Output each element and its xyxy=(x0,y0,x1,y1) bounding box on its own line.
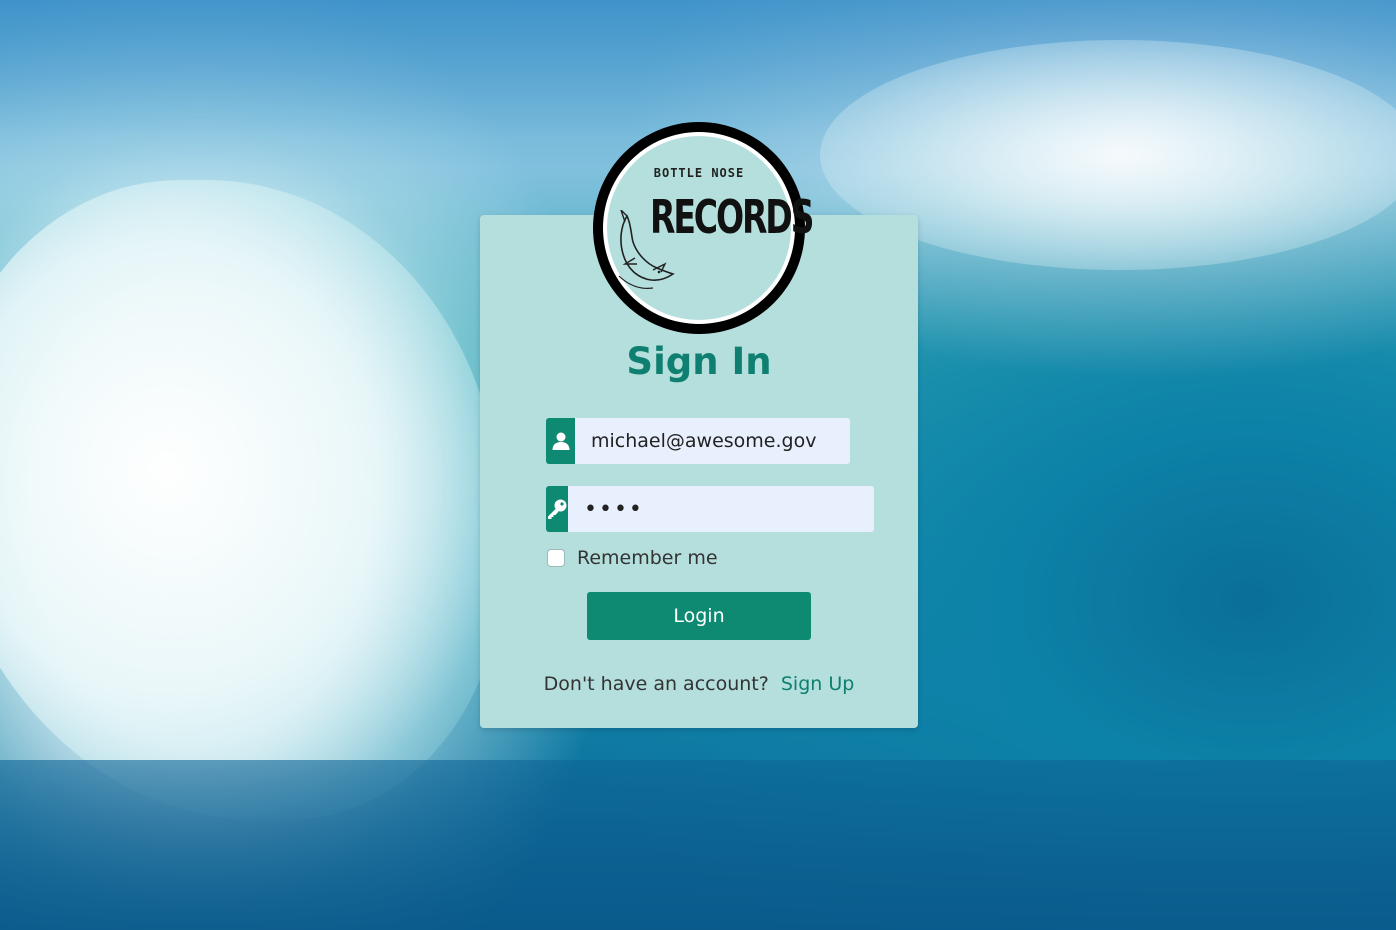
remember-me: Remember me xyxy=(547,546,718,570)
user-icon xyxy=(552,432,569,450)
user-icon-addon xyxy=(546,418,575,464)
remember-me-checkbox[interactable] xyxy=(547,549,565,567)
key-icon-addon xyxy=(546,486,568,532)
password-field[interactable] xyxy=(568,486,874,532)
email-input-group xyxy=(546,418,850,464)
background-wave-foam xyxy=(0,180,500,820)
email-field[interactable] xyxy=(575,418,850,464)
password-input-group xyxy=(546,486,874,532)
remember-me-label[interactable]: Remember me xyxy=(577,547,718,569)
signup-row: Don't have an account? Sign Up xyxy=(480,673,918,695)
logo-top-text: BOTTLE NOSE xyxy=(653,166,745,180)
login-button[interactable]: Login xyxy=(587,592,811,640)
dolphin-icon xyxy=(618,210,675,289)
page-title: Sign In xyxy=(626,340,772,383)
signup-prompt: Don't have an account? xyxy=(543,673,769,695)
background-sea xyxy=(0,760,1396,930)
signup-link[interactable]: Sign Up xyxy=(781,673,854,695)
key-icon xyxy=(548,499,567,519)
login-page: BOTTLE NOSE RECORDS Sign In michael@awes… xyxy=(0,0,1396,930)
brand-logo: BOTTLE NOSE RECORDS xyxy=(593,122,814,334)
